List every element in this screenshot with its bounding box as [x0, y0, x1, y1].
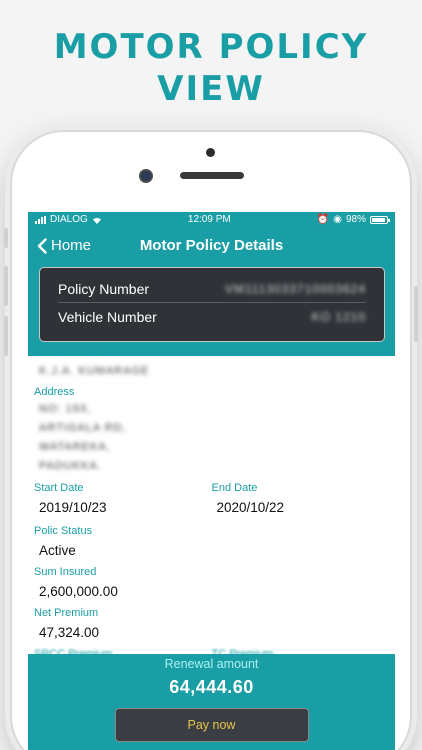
start-date-label: Start Date — [34, 482, 84, 494]
chevron-left-icon — [37, 237, 47, 254]
address-line: NO: 193, — [39, 403, 92, 415]
headline-line-2: VIEW — [157, 69, 265, 109]
policy-number-value: VM111303371000362​4 — [225, 282, 366, 296]
address-line: WATAREKA, — [39, 441, 111, 453]
net-premium-label: Net Premium — [34, 607, 99, 619]
navigation-bar: Home Motor Policy Details — [28, 227, 395, 264]
policy-status-label: Polic Status — [34, 525, 93, 537]
phone-volume-down — [4, 316, 8, 356]
alarm-icon: ⏰ — [316, 214, 330, 225]
phone-power-button — [414, 286, 418, 342]
insured-name-label: Insured Name — [34, 347, 104, 359]
sum-insured-value: 2,600,000.00 — [39, 584, 118, 599]
signal-icon — [35, 215, 46, 224]
address-value: NO: 193, ARTIGALA RD, WATAREKA, PADUKKA. — [34, 400, 389, 476]
carrier-label: DIALOG — [50, 214, 88, 225]
net-premium-value: 47,324.00 — [39, 625, 100, 640]
phone-volume-up — [4, 266, 8, 306]
earpiece-speaker — [180, 172, 244, 179]
phone-side-button — [4, 228, 8, 248]
renewal-amount-label: Renewal amount — [164, 657, 259, 671]
battery-percent: 98% — [345, 214, 366, 225]
renewal-panel: Renewal amount 64,444.60 Pay now — [28, 654, 395, 750]
header-band: Policy Number VM111303371000362​4 Vehicl… — [28, 264, 395, 356]
end-date-value: 2020/10/22 — [216, 500, 285, 515]
vehicle-number-label: Vehicle Number — [58, 308, 157, 325]
address-line: PADUKKA. — [39, 460, 102, 472]
policy-status-value: Active — [39, 543, 76, 558]
pay-now-button[interactable]: Pay now — [114, 708, 309, 742]
clock: 12:09 PM — [187, 214, 231, 225]
policy-details: Insured Name K.J.A. KUMARAGE Address NO:… — [28, 345, 395, 654]
policy-number-row: Policy Number VM111303371000362​4 — [58, 276, 366, 303]
rotation-lock-icon: ◉ — [333, 214, 342, 225]
end-date-label: End Date — [211, 482, 258, 494]
wifi-icon — [92, 216, 102, 224]
vehicle-number-row: Vehicle Number KO 1210 — [58, 303, 366, 330]
sum-insured-label: Sum Insured — [34, 566, 97, 578]
back-button[interactable]: Home — [28, 237, 91, 254]
policy-number-label: Policy Number — [58, 281, 150, 297]
promo-headline: MOTOR POLICY VIEW — [0, 26, 422, 110]
proximity-sensor — [206, 148, 215, 157]
back-label: Home — [51, 237, 92, 254]
start-date-value: 2019/10/23 — [39, 500, 107, 515]
policy-card: Policy Number VM111303371000362​4 Vehicl… — [39, 267, 385, 342]
front-camera — [139, 169, 153, 183]
insured-name-value: K.J.A. KUMARAGE — [39, 365, 150, 377]
date-row: Start Date 2019/10/23 End Date 2020/10/2… — [34, 480, 389, 523]
app-screen: DIALOG 12:09 PM ⏰ ◉ 98% Home Motor Polic… — [28, 212, 395, 750]
address-line: ARTIGALA RD, — [39, 422, 127, 434]
status-bar: DIALOG 12:09 PM ⏰ ◉ 98% — [28, 212, 395, 227]
renewal-amount-value: 64,444.60 — [169, 677, 254, 697]
vehicle-number-value: KO 1210 — [311, 309, 366, 324]
headline-line-1: MOTOR POLICY — [53, 27, 369, 67]
battery-icon — [370, 215, 390, 224]
address-label: Address — [34, 386, 75, 398]
